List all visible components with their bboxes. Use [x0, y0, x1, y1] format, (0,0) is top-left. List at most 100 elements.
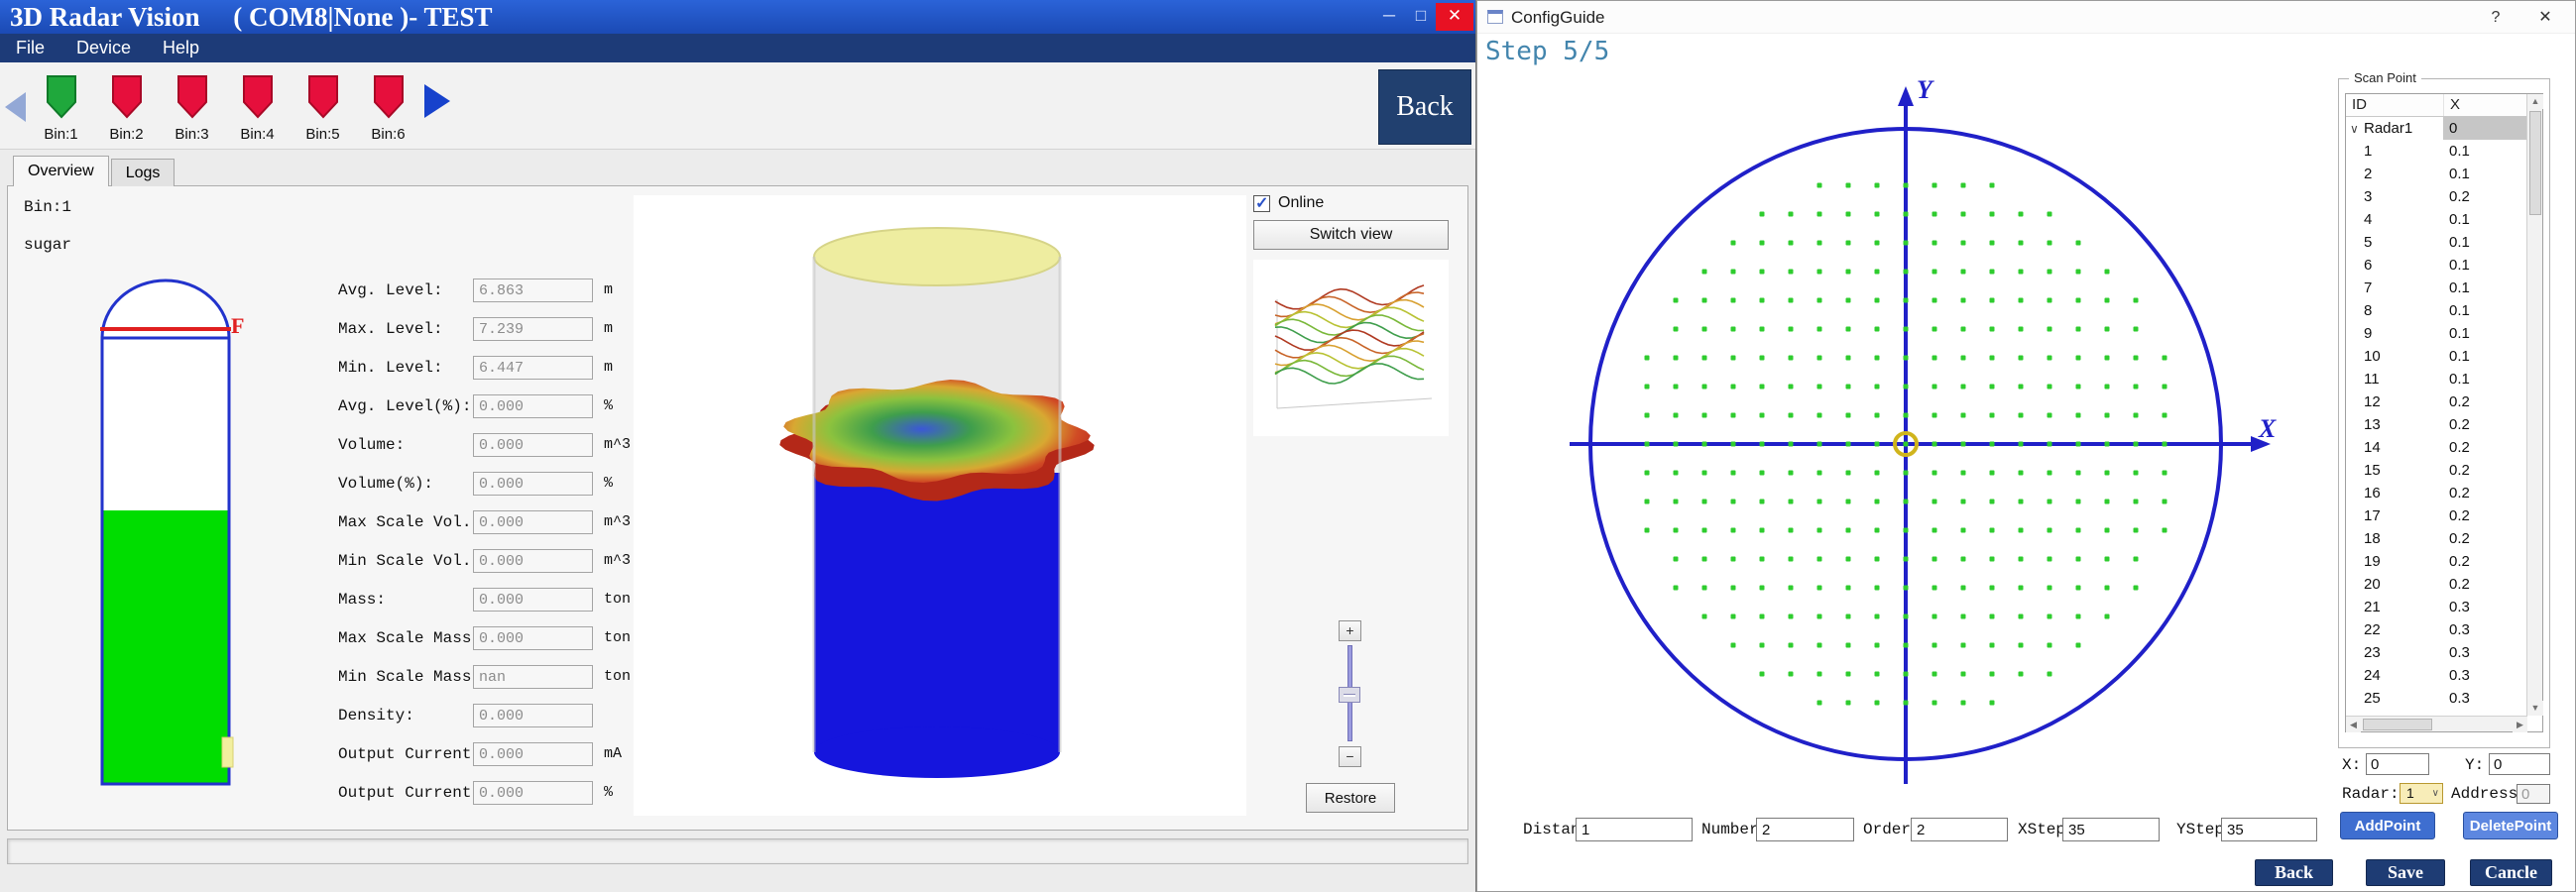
scan-point-group: Scan Point ID X ∨Radar1010.120.130.240.1…	[2338, 78, 2550, 748]
scan-row[interactable]: 210.3	[2346, 596, 2527, 618]
scan-row[interactable]: 160.2	[2346, 482, 2527, 504]
add-point-button[interactable]: AddPoint	[2340, 812, 2435, 839]
y-input[interactable]	[2489, 753, 2550, 775]
scan-row-id: ∨Radar1	[2346, 117, 2443, 140]
scan-row[interactable]: 30.2	[2346, 185, 2527, 208]
toolbar: Bin:1 Bin:2 Bin:3 Bin:4 Bin:5 Bin:6 Back	[0, 62, 1475, 150]
bin-item-3[interactable]: Bin:3	[167, 74, 217, 143]
surface-thumbnail[interactable]	[1253, 260, 1449, 436]
vertical-scrollbar-thumb[interactable]	[2529, 111, 2541, 215]
radar-dropdown[interactable]: 1 ∨	[2400, 783, 2443, 804]
scan-row[interactable]: 150.2	[2346, 459, 2527, 482]
menu-item-file[interactable]: File	[0, 34, 60, 62]
switch-view-button[interactable]: Switch view	[1253, 220, 1449, 250]
scan-row[interactable]: 80.1	[2346, 299, 2527, 322]
minimize-button[interactable]: ─	[1374, 3, 1404, 31]
delete-point-button[interactable]: DeletePoint	[2463, 812, 2558, 839]
scan-row[interactable]: 70.1	[2346, 277, 2527, 299]
close-button[interactable]: ✕	[2521, 1, 2569, 34]
scan-row-x: 0.1	[2443, 368, 2527, 390]
bin-list: Bin:1 Bin:2 Bin:3 Bin:4 Bin:5 Bin:6	[36, 74, 413, 143]
bin-item-4[interactable]: Bin:4	[232, 74, 283, 143]
wizard-save-button[interactable]: Save	[2366, 859, 2445, 886]
y-label: Y:	[2465, 754, 2484, 776]
scan-row-id: 23	[2346, 641, 2443, 664]
scan-row-id: 12	[2346, 390, 2443, 413]
bin-item-1[interactable]: Bin:1	[36, 74, 86, 143]
material-label: sugar	[24, 236, 71, 254]
scan-row[interactable]: 250.3	[2346, 687, 2527, 710]
scan-row[interactable]: 190.2	[2346, 550, 2527, 573]
param-input-ystep[interactable]	[2221, 818, 2317, 841]
bin-label: Bin:5	[297, 126, 348, 143]
surface-thumbnail-canvas	[1253, 260, 1449, 436]
scan-row[interactable]: 130.2	[2346, 413, 2527, 436]
scroll-left-icon[interactable]: ◀	[2346, 717, 2361, 732]
scan-row[interactable]: 40.1	[2346, 208, 2527, 231]
wizard-back-button[interactable]: Back	[2255, 859, 2333, 886]
restore-button[interactable]: Restore	[1306, 783, 1395, 813]
scan-row[interactable]: 90.1	[2346, 322, 2527, 345]
scan-row[interactable]: 60.1	[2346, 254, 2527, 277]
caret-down-icon[interactable]: ∨	[2350, 118, 2364, 140]
tab-logs[interactable]: Logs	[111, 159, 176, 186]
address-input	[2517, 784, 2550, 804]
bin-item-2[interactable]: Bin:2	[101, 74, 152, 143]
scan-row[interactable]: 20.1	[2346, 163, 2527, 185]
scan-row[interactable]: 170.2	[2346, 504, 2527, 527]
help-button[interactable]: ?	[2472, 1, 2519, 34]
param-input-order[interactable]	[1911, 818, 2008, 841]
maximize-button[interactable]: □	[1406, 3, 1436, 31]
zoom-in-button[interactable]: +	[1339, 620, 1361, 641]
status-bar	[7, 838, 1468, 864]
vertical-scrollbar[interactable]: ▲ ▼	[2526, 94, 2542, 716]
wizard-cancel-button[interactable]: Cancle	[2470, 859, 2552, 886]
zoom-out-button[interactable]: −	[1339, 746, 1361, 767]
scroll-right-icon[interactable]: ▶	[2513, 717, 2527, 732]
scan-row[interactable]: 50.1	[2346, 231, 2527, 254]
back-button[interactable]: Back	[1378, 69, 1471, 145]
menu-item-device[interactable]: Device	[60, 34, 147, 62]
scan-row[interactable]: 180.2	[2346, 527, 2527, 550]
metric-unit: m	[604, 316, 613, 342]
col-header-id[interactable]: ID	[2346, 94, 2443, 116]
next-bin-arrow-icon[interactable]	[424, 84, 450, 118]
scan-row-radar[interactable]: ∨Radar10	[2346, 117, 2527, 140]
zoom-slider-handle[interactable]	[1339, 687, 1360, 703]
scan-row-id: 13	[2346, 413, 2443, 436]
scan-row-x: 0	[2443, 117, 2527, 140]
metric-row: Mass:ton	[8, 587, 761, 613]
metric-value-input	[473, 781, 593, 805]
scroll-down-icon[interactable]: ▼	[2527, 701, 2543, 716]
metric-label: Min. Level:	[338, 355, 443, 381]
x-input[interactable]	[2366, 753, 2429, 775]
scan-row[interactable]: 200.2	[2346, 573, 2527, 596]
scan-row[interactable]: 120.2	[2346, 390, 2527, 413]
param-input-xstep[interactable]	[2062, 818, 2160, 841]
scan-row[interactable]: 220.3	[2346, 618, 2527, 641]
scroll-up-icon[interactable]: ▲	[2527, 94, 2543, 109]
tab-overview[interactable]: Overview	[13, 156, 109, 186]
bin-item-6[interactable]: Bin:6	[363, 74, 413, 143]
col-header-x[interactable]: X	[2443, 94, 2527, 116]
online-checkbox[interactable]: ✓	[1253, 195, 1270, 212]
bin-item-5[interactable]: Bin:5	[297, 74, 348, 143]
scan-row[interactable]: 10.1	[2346, 140, 2527, 163]
scan-row[interactable]: 230.3	[2346, 641, 2527, 664]
prev-bin-arrow-icon[interactable]	[5, 92, 26, 122]
scan-row[interactable]: 140.2	[2346, 436, 2527, 459]
scan-point-group-label: Scan Point	[2349, 70, 2421, 85]
menu-item-help[interactable]: Help	[147, 34, 215, 62]
param-input-distance[interactable]	[1576, 818, 1693, 841]
scan-row[interactable]: 240.3	[2346, 664, 2527, 687]
horizontal-scrollbar[interactable]: ◀ ▶	[2346, 716, 2527, 731]
scan-table-header: ID X	[2346, 94, 2527, 117]
horizontal-scrollbar-thumb[interactable]	[2363, 719, 2432, 730]
metric-value-input	[473, 394, 593, 418]
scan-row[interactable]: 110.1	[2346, 368, 2527, 390]
param-input-number[interactable]	[1756, 818, 1854, 841]
y-axis-label: Y	[1917, 75, 1934, 104]
dropdown-arrow-icon: ∨	[2432, 784, 2439, 803]
scan-row[interactable]: 100.1	[2346, 345, 2527, 368]
close-button[interactable]: ✕	[1436, 3, 1473, 31]
